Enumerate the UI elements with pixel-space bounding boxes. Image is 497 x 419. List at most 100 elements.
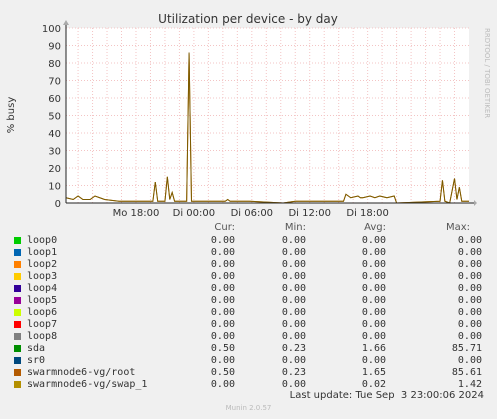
y-axis-arrow-icon (63, 20, 69, 25)
legend-swatch (14, 381, 21, 388)
legend-min: 0.00 (281, 259, 306, 270)
legend-cur: 0.50 (210, 367, 235, 378)
y-tick-label: 80 (48, 59, 61, 70)
legend-min: 0.00 (281, 235, 306, 246)
x-axis-arrow-icon (474, 200, 477, 206)
legend-row: loop3 0.00 0.00 0.00 0.00 (0, 271, 497, 283)
legend-swatch (14, 333, 21, 340)
legend-name: loop1 (27, 247, 58, 258)
last-update: Last update: Tue Sep 3 23:00:06 2024 (289, 390, 484, 401)
legend-cur: 0.00 (210, 235, 235, 246)
y-tick-label: 60 (48, 94, 61, 105)
legend-swatch (14, 273, 21, 280)
x-tick-label: Di 12:00 (288, 208, 330, 219)
legend-name: loop3 (27, 271, 58, 282)
legend-avg: 0.00 (361, 235, 386, 246)
y-axis-label: % busy (6, 97, 17, 134)
legend-avg: 1.65 (361, 367, 386, 378)
legend-cur: 0.00 (210, 247, 235, 258)
legend-row: swarmnode6-vg/root 0.50 0.23 1.65 85.61 (0, 367, 497, 379)
legend-cur: 0.00 (210, 271, 235, 282)
y-tick-label: 70 (48, 77, 61, 88)
legend-avg: 0.00 (361, 271, 386, 282)
footer-version: Munin 2.0.57 (225, 404, 272, 412)
utilization-chart: Utilization per device - by day % busy R… (6, 12, 491, 219)
legend-min: 0.00 (281, 283, 306, 294)
legend-min: 0.00 (281, 379, 306, 390)
legend-header-cur: Cur: (214, 222, 235, 233)
y-tick-label: 30 (48, 147, 61, 158)
legend-swatch (14, 357, 21, 364)
legend-max: 0.00 (457, 235, 482, 246)
legend-min: 0.00 (281, 307, 306, 318)
legend-avg: 0.00 (361, 259, 386, 270)
legend-name: sr0 (27, 355, 46, 366)
legend-name: loop2 (27, 259, 58, 270)
legend-max: 1.42 (457, 379, 482, 390)
legend-cur: 0.00 (210, 295, 235, 306)
legend-min: 0.00 (281, 247, 306, 258)
legend-max: 0.00 (457, 271, 482, 282)
legend-max: 0.00 (457, 331, 482, 342)
legend-min: 0.00 (281, 319, 306, 330)
y-tick-label: 90 (48, 42, 61, 53)
legend-min: 0.00 (281, 355, 306, 366)
x-tick-label: Di 00:00 (173, 208, 215, 219)
y-axis-ticks: 0 10 20 30 40 50 60 70 80 90 100 (42, 24, 61, 210)
legend-swatch (14, 249, 21, 256)
legend-swatch (14, 261, 21, 268)
legend-max: 0.00 (457, 259, 482, 270)
legend-cur: 0.00 (210, 319, 235, 330)
legend-name: swarmnode6-vg/root (27, 367, 136, 378)
legend-swatch (14, 369, 21, 376)
legend-swatch (14, 309, 21, 316)
legend-name: loop6 (27, 307, 58, 318)
legend-row: loop0 0.00 0.00 0.00 0.00 (0, 235, 497, 247)
legend-row: loop7 0.00 0.00 0.00 0.00 (0, 319, 497, 331)
legend-row: loop4 0.00 0.00 0.00 0.00 (0, 283, 497, 295)
legend-max: 85.71 (451, 343, 482, 354)
legend-header-min: Min: (284, 222, 306, 233)
legend-avg: 0.00 (361, 247, 386, 258)
legend-cur: 0.00 (210, 259, 235, 270)
legend-name: loop4 (27, 283, 58, 294)
legend-swatch (14, 285, 21, 292)
legend-header-max: Max: (445, 222, 470, 233)
legend-cur: 0.00 (210, 283, 235, 294)
legend-avg: 0.00 (361, 355, 386, 366)
legend-header-avg: Avg: (364, 222, 386, 233)
legend-cur: 0.00 (210, 379, 235, 390)
legend-max: 0.00 (457, 295, 482, 306)
x-tick-label: Di 18:00 (346, 208, 388, 219)
legend-cur: 0.00 (210, 355, 235, 366)
legend-avg: 0.00 (361, 331, 386, 342)
legend-min: 0.23 (281, 367, 306, 378)
legend-name: swarmnode6-vg/swap_1 (27, 379, 148, 390)
chart-title: Utilization per device - by day (158, 12, 338, 26)
legend-row: sda 0.50 0.23 1.66 85.71 (0, 343, 497, 355)
legend-min: 0.00 (281, 271, 306, 282)
legend-name: sda (27, 343, 46, 354)
legend-swatch (14, 345, 21, 352)
legend-avg: 1.66 (361, 343, 386, 354)
legend-name: loop7 (27, 319, 58, 330)
legend-min: 0.23 (281, 343, 306, 354)
y-tick-label: 100 (42, 24, 61, 35)
legend-avg: 0.00 (361, 283, 386, 294)
legend-row: loop6 0.00 0.00 0.00 0.00 (0, 307, 497, 319)
legend-avg: 0.00 (361, 307, 386, 318)
legend-swatch (14, 321, 21, 328)
legend-row: sr0 0.00 0.00 0.00 0.00 (0, 355, 497, 367)
legend-row: loop1 0.00 0.00 0.00 0.00 (0, 247, 497, 259)
legend-cur: 0.00 (210, 331, 235, 342)
x-tick-label: Mo 18:00 (113, 208, 160, 219)
legend-cur: 0.00 (210, 307, 235, 318)
legend-max: 0.00 (457, 283, 482, 294)
y-tick-label: 0 (55, 199, 61, 210)
legend-avg: 0.00 (361, 319, 386, 330)
legend-min: 0.00 (281, 295, 306, 306)
x-tick-label: Di 06:00 (231, 208, 273, 219)
legend-row: loop2 0.00 0.00 0.00 0.00 (0, 259, 497, 271)
legend-swatch (14, 297, 21, 304)
legend-min: 0.00 (281, 331, 306, 342)
